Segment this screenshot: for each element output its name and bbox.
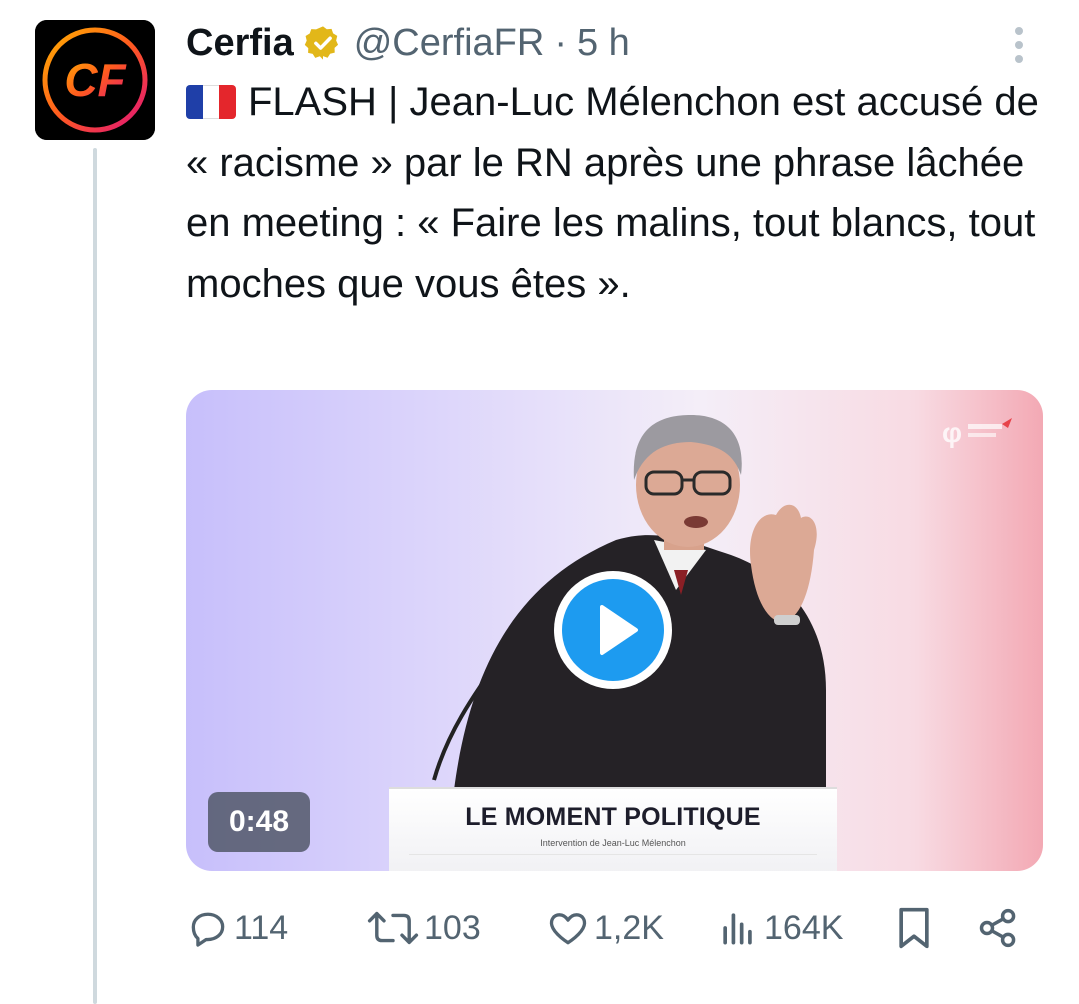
svg-text:φ: φ <box>942 417 962 448</box>
thread-line <box>93 148 97 1004</box>
verified-badge-icon <box>304 24 342 62</box>
repost-count: 103 <box>424 908 481 947</box>
tweet-header: Cerfia @CerfiaFR · 5 h <box>186 18 630 68</box>
bookmark-button[interactable] <box>892 900 936 956</box>
views-button[interactable]: 164K <box>716 900 843 956</box>
more-options-button[interactable] <box>1004 24 1034 68</box>
analytics-icon <box>723 913 752 945</box>
podium-title: LE MOMENT POLITIQUE <box>465 803 761 831</box>
play-button[interactable] <box>554 571 672 689</box>
share-icon <box>979 908 1016 948</box>
france-flag-icon <box>186 85 236 119</box>
podium: LE MOMENT POLITIQUE Intervention de Jean… <box>389 787 837 871</box>
heart-icon <box>549 913 587 945</box>
views-count: 164K <box>764 908 844 947</box>
separator-dot: · <box>554 21 567 64</box>
share-button[interactable] <box>976 900 1020 956</box>
video-duration: 0:48 <box>208 792 310 852</box>
tweet-time[interactable]: 5 h <box>577 22 630 65</box>
author-avatar[interactable]: CF <box>35 20 155 140</box>
podium-subtitle: Intervention de Jean-Luc Mélenchon <box>540 838 686 848</box>
lfi-logo-icon: φ <box>938 412 1018 452</box>
repost-icon <box>367 911 419 945</box>
tweet-text: FLASH | Jean-Luc Mélenchon est accusé de… <box>186 72 1056 314</box>
play-button-inner <box>562 579 664 681</box>
repost-button[interactable]: 103 <box>366 900 481 956</box>
tweet-body: FLASH | Jean-Luc Mélenchon est accusé de… <box>186 80 1039 306</box>
like-count: 1,2K <box>594 908 664 947</box>
author-name[interactable]: Cerfia <box>186 22 294 65</box>
reply-icon <box>191 912 225 947</box>
play-icon <box>600 605 638 655</box>
podium-rule <box>409 854 817 855</box>
video-player[interactable]: φ LE MOMENT POLITIQUE Intervention de Je… <box>186 390 1043 871</box>
bookmark-icon <box>899 907 929 949</box>
reply-button[interactable]: 114 <box>186 900 288 956</box>
author-handle[interactable]: @CerfiaFR <box>354 22 545 65</box>
reply-count: 114 <box>234 908 289 947</box>
tweet-actions: 114 103 1,2K 164K <box>186 900 1046 956</box>
cerfia-logo-icon: CF <box>35 20 155 140</box>
more-vertical-icon <box>1015 27 1023 63</box>
svg-text:CF: CF <box>64 54 127 106</box>
like-button[interactable]: 1,2K <box>546 900 664 956</box>
